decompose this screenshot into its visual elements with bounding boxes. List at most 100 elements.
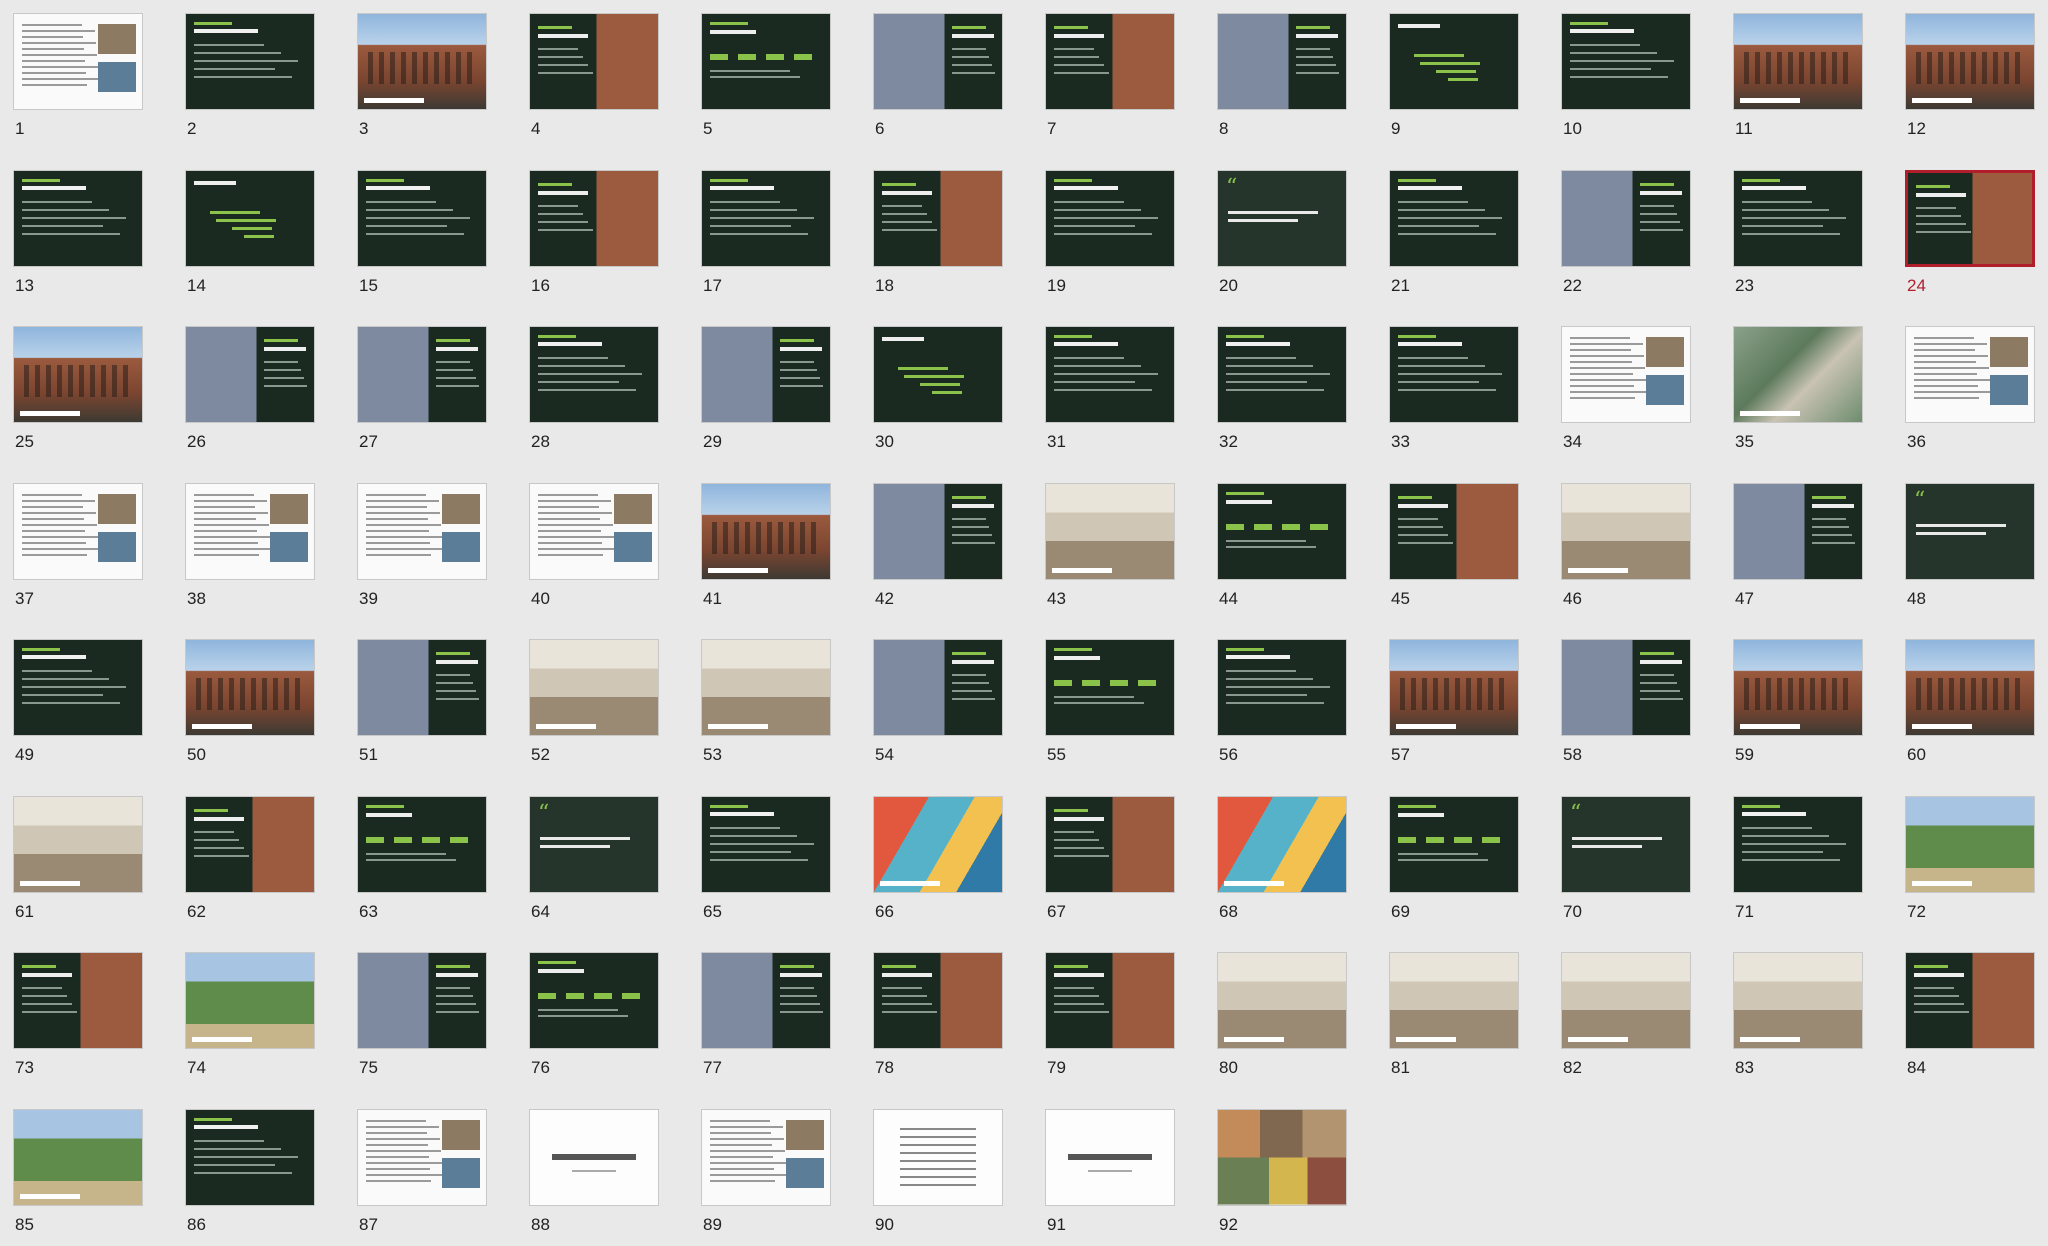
slide-thumbnail[interactable]: 73 — [13, 952, 143, 1089]
slide-preview-image[interactable] — [1733, 952, 1863, 1049]
slide-thumbnail[interactable]: 22 — [1561, 169, 1691, 307]
slide-thumbnail[interactable]: “ 48 — [1905, 482, 2035, 620]
slide-thumbnail[interactable]: 83 — [1733, 952, 1863, 1089]
slide-preview-image[interactable] — [1217, 326, 1347, 423]
slide-preview-image[interactable] — [13, 795, 143, 893]
slide-preview-image[interactable] — [1389, 952, 1519, 1049]
slide-thumbnail[interactable]: 69 — [1389, 795, 1519, 933]
slide-thumbnail[interactable]: 28 — [529, 326, 659, 463]
slide-preview-image[interactable] — [1045, 795, 1175, 893]
slide-thumbnail[interactable]: 62 — [185, 795, 315, 933]
slide-preview-image[interactable] — [1389, 326, 1519, 423]
slide-thumbnail[interactable]: 16 — [529, 169, 659, 307]
slide-preview-image[interactable] — [529, 326, 659, 423]
slide-thumbnail[interactable]: 76 — [529, 952, 659, 1089]
slide-thumbnail[interactable]: 56 — [1217, 639, 1347, 776]
slide-preview-image[interactable] — [1389, 639, 1519, 736]
slide-preview-image[interactable] — [701, 482, 831, 580]
slide-preview-image[interactable] — [1045, 639, 1175, 736]
slide-thumbnail[interactable]: 71 — [1733, 795, 1863, 933]
slide-thumbnail[interactable]: 78 — [873, 952, 1003, 1089]
slide-thumbnail[interactable]: 47 — [1733, 482, 1863, 620]
slide-thumbnail[interactable]: 61 — [13, 795, 143, 933]
slide-thumbnail[interactable]: 63 — [357, 795, 487, 933]
slide-preview-image[interactable] — [185, 482, 315, 580]
slide-thumbnail[interactable]: 67 — [1045, 795, 1175, 933]
slide-thumbnail[interactable]: 49 — [13, 639, 143, 776]
slide-preview-image[interactable] — [1217, 13, 1347, 110]
slide-preview-image[interactable] — [1561, 326, 1691, 423]
slide-thumbnail[interactable]: 12 — [1905, 13, 2035, 150]
slide-preview-image[interactable] — [1733, 639, 1863, 736]
slide-thumbnail[interactable]: 5 — [701, 13, 831, 150]
slide-preview-image[interactable] — [1045, 952, 1175, 1049]
slide-thumbnail[interactable]: 60 — [1905, 639, 2035, 776]
slide-preview-image[interactable] — [357, 1108, 487, 1206]
slide-preview-image[interactable] — [1733, 482, 1863, 580]
slide-preview-image[interactable] — [1045, 13, 1175, 110]
slide-thumbnail[interactable]: 55 — [1045, 639, 1175, 776]
slide-thumbnail[interactable]: 79 — [1045, 952, 1175, 1089]
slide-preview-image[interactable] — [873, 952, 1003, 1049]
slide-preview-image[interactable] — [1045, 326, 1175, 423]
slide-thumbnail[interactable]: 30 — [873, 326, 1003, 463]
slide-thumbnail[interactable]: 21 — [1389, 169, 1519, 307]
slide-preview-image[interactable] — [1389, 482, 1519, 580]
slide-thumbnail[interactable]: 89 — [701, 1108, 831, 1246]
slide-preview-image[interactable] — [13, 482, 143, 580]
slide-thumbnail[interactable]: 65 — [701, 795, 831, 933]
slide-preview-image[interactable] — [701, 795, 831, 893]
slide-preview-image[interactable] — [1389, 13, 1519, 110]
slide-thumbnail[interactable]: 8 — [1217, 13, 1347, 150]
slide-preview-image[interactable] — [185, 13, 315, 110]
slide-preview-image[interactable] — [1217, 795, 1347, 893]
slide-preview-image[interactable] — [357, 639, 487, 736]
slide-thumbnail[interactable]: 72 — [1905, 795, 2035, 933]
slide-thumbnail[interactable]: 32 — [1217, 326, 1347, 463]
slide-thumbnail[interactable]: 23 — [1733, 169, 1863, 307]
slide-preview-image[interactable] — [357, 326, 487, 423]
slide-preview-image[interactable] — [1905, 326, 2035, 423]
slide-preview-image[interactable]: “ — [1905, 482, 2035, 580]
slide-thumbnail[interactable]: 50 — [185, 639, 315, 776]
slide-preview-image[interactable] — [873, 326, 1003, 423]
slide-thumbnail[interactable]: 81 — [1389, 952, 1519, 1089]
slide-preview-image[interactable] — [1561, 952, 1691, 1049]
slide-preview-image[interactable] — [13, 1108, 143, 1206]
slide-thumbnail[interactable]: 4 — [529, 13, 659, 150]
slide-thumbnail[interactable]: 59 — [1733, 639, 1863, 776]
slide-thumbnail[interactable]: 45 — [1389, 482, 1519, 620]
slide-thumbnail[interactable]: 26 — [185, 326, 315, 463]
slide-preview-image[interactable] — [357, 795, 487, 893]
slide-preview-image[interactable] — [1561, 639, 1691, 736]
slide-thumbnail[interactable]: 29 — [701, 326, 831, 463]
slide-preview-image[interactable] — [13, 639, 143, 736]
slide-thumbnail[interactable]: 1 — [13, 13, 143, 150]
slide-thumbnail[interactable]: 85 — [13, 1108, 143, 1246]
slide-preview-image[interactable] — [701, 639, 831, 736]
slide-thumbnail[interactable]: 17 — [701, 169, 831, 307]
slide-preview-image[interactable] — [1045, 1108, 1175, 1206]
slide-thumbnail[interactable]: 86 — [185, 1108, 315, 1246]
slide-preview-image[interactable]: “ — [529, 795, 659, 893]
slide-preview-image[interactable] — [357, 952, 487, 1049]
slide-thumbnail[interactable]: 90 — [873, 1108, 1003, 1246]
slide-preview-image[interactable] — [13, 13, 143, 110]
slide-thumbnail[interactable]: 75 — [357, 952, 487, 1089]
slide-thumbnail[interactable]: 33 — [1389, 326, 1519, 463]
slide-preview-image[interactable] — [357, 169, 487, 267]
slide-thumbnail[interactable]: 68 — [1217, 795, 1347, 933]
slide-preview-image[interactable] — [357, 13, 487, 110]
slide-preview-image[interactable]: “ — [1561, 795, 1691, 893]
slide-preview-image[interactable] — [1045, 169, 1175, 267]
slide-preview-image[interactable] — [1217, 482, 1347, 580]
slide-preview-image[interactable] — [1905, 952, 2035, 1049]
slide-preview-image[interactable] — [1733, 169, 1863, 267]
slide-thumbnail[interactable]: 31 — [1045, 326, 1175, 463]
slide-preview-image[interactable] — [185, 169, 315, 267]
slide-preview-image[interactable] — [1217, 639, 1347, 736]
slide-thumbnail[interactable]: 34 — [1561, 326, 1691, 463]
slide-preview-image[interactable] — [1905, 13, 2035, 110]
slide-thumbnail[interactable]: 2 — [185, 13, 315, 150]
slide-thumbnail[interactable]: 36 — [1905, 326, 2035, 463]
